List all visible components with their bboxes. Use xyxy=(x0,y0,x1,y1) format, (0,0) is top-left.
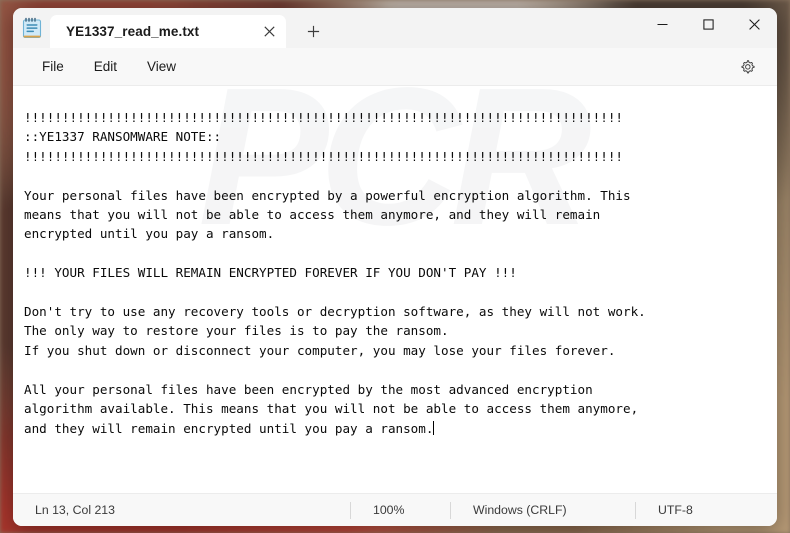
editor-content: !!!!!!!!!!!!!!!!!!!!!!!!!!!!!!!!!!!!!!!!… xyxy=(24,110,646,436)
new-tab-button[interactable] xyxy=(298,16,328,46)
minimize-icon xyxy=(657,23,667,25)
menu-item-edit[interactable]: Edit xyxy=(83,54,128,79)
window-controls xyxy=(639,8,777,48)
status-zoom[interactable]: 100% xyxy=(351,494,450,526)
tab-strip: YE1337_read_me.txt xyxy=(50,8,639,48)
maximize-icon xyxy=(702,18,714,30)
tab-title: YE1337_read_me.txt xyxy=(66,24,200,39)
title-bar: YE1337_read_me.txt xyxy=(13,8,777,48)
close-icon xyxy=(748,18,760,30)
menu-item-view[interactable]: View xyxy=(136,54,187,79)
editor-area[interactable]: PCR !!!!!!!!!!!!!!!!!!!!!!!!!!!!!!!!!!!!… xyxy=(13,86,777,493)
menu-item-file[interactable]: File xyxy=(31,54,75,79)
text-caret xyxy=(433,420,435,435)
status-line-column[interactable]: Ln 13, Col 213 xyxy=(13,494,350,526)
plus-icon xyxy=(307,25,319,37)
text-editor[interactable]: !!!!!!!!!!!!!!!!!!!!!!!!!!!!!!!!!!!!!!!!… xyxy=(13,86,777,493)
status-bar: Ln 13, Col 213 100% Windows (CRLF) UTF-8 xyxy=(13,493,777,526)
tab-ye1337-read-me[interactable]: YE1337_read_me.txt xyxy=(50,15,286,48)
settings-button[interactable] xyxy=(732,51,764,83)
tab-close-icon[interactable] xyxy=(256,19,282,45)
notepad-window: YE1337_read_me.txt File Edit View PCR !!… xyxy=(13,8,777,526)
minimize-button[interactable] xyxy=(639,8,685,40)
status-line-ending[interactable]: Windows (CRLF) xyxy=(451,494,635,526)
menu-bar: File Edit View xyxy=(13,48,777,86)
gear-icon xyxy=(741,59,755,73)
status-encoding[interactable]: UTF-8 xyxy=(636,494,693,526)
notepad-icon xyxy=(22,17,42,39)
maximize-button[interactable] xyxy=(685,8,731,40)
close-button[interactable] xyxy=(731,8,777,40)
